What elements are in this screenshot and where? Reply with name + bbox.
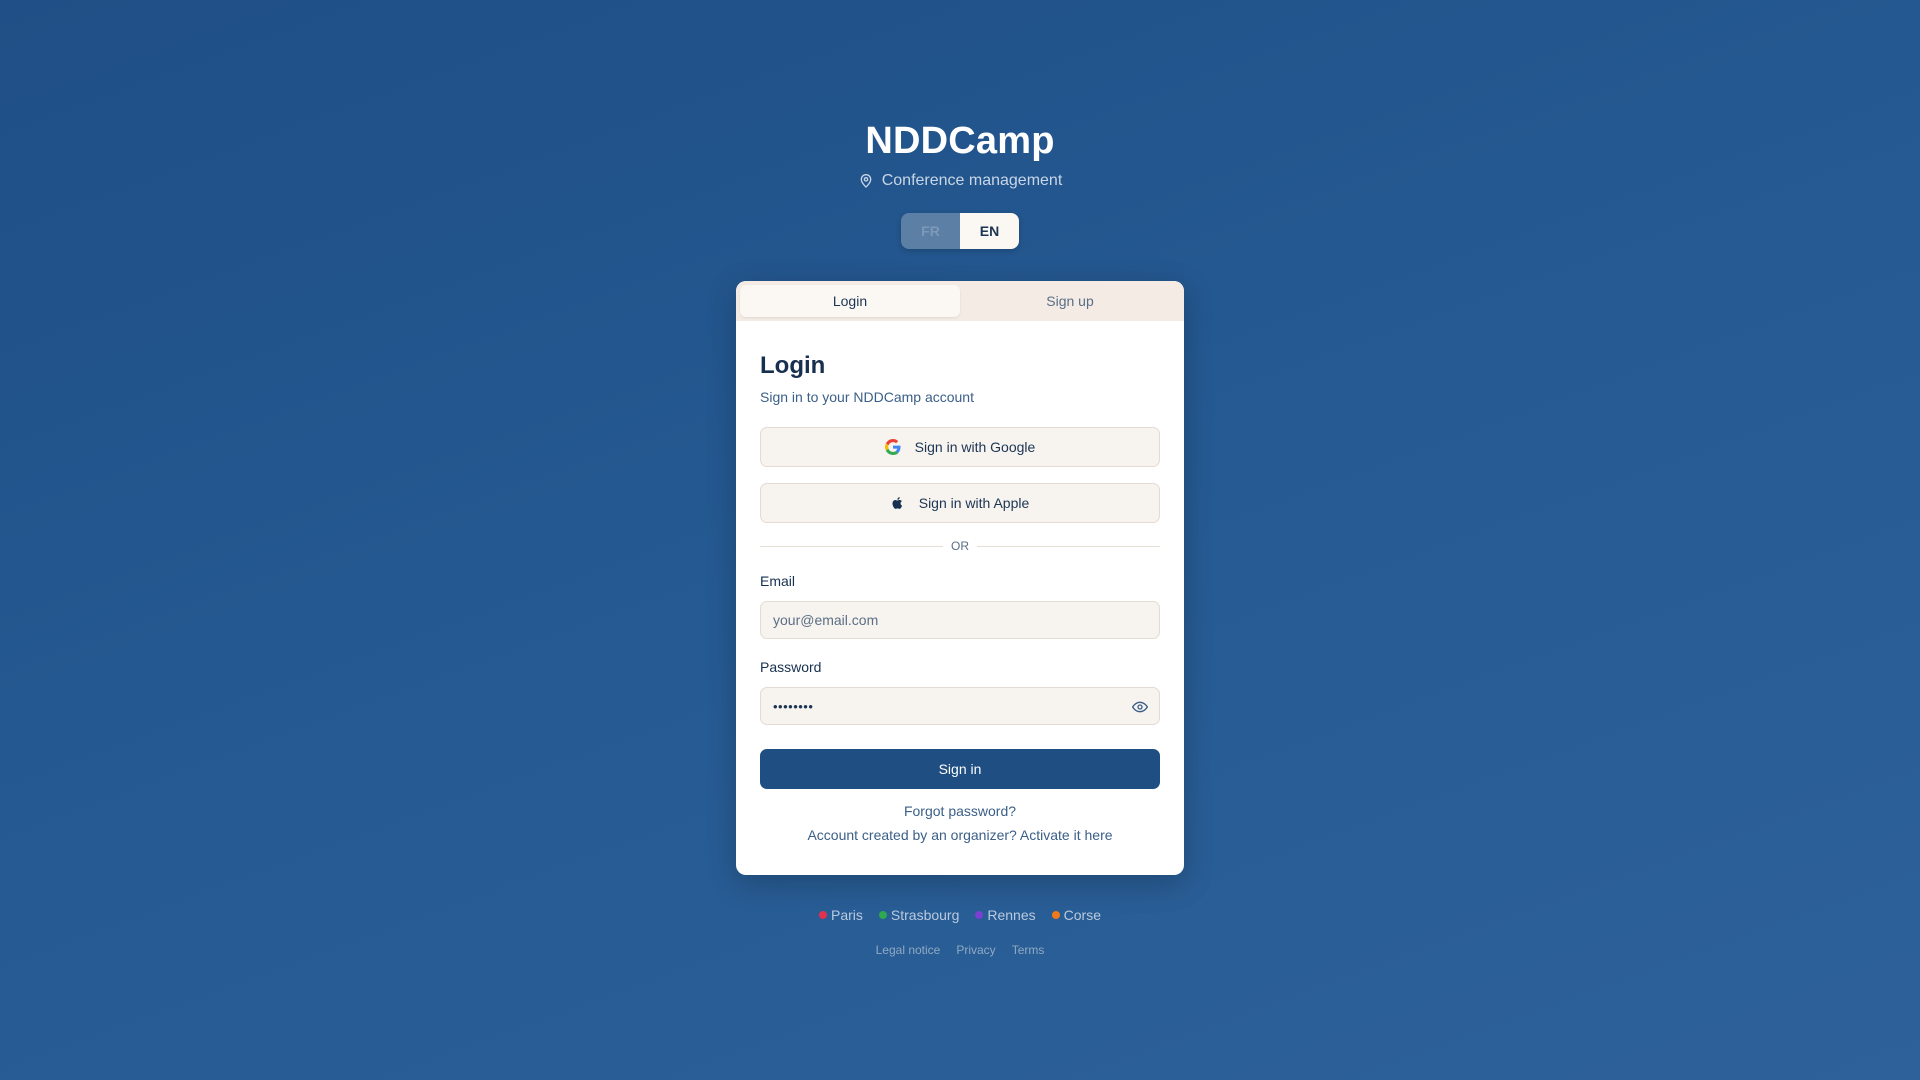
eye-icon[interactable]	[1132, 699, 1148, 715]
app-title: NDDCamp	[865, 120, 1055, 162]
region-item: Rennes	[975, 907, 1036, 923]
sign-in-button[interactable]: Sign in	[760, 749, 1160, 789]
subtitle-text: Conference management	[881, 172, 1063, 189]
language-toggle: FR EN	[901, 213, 1019, 249]
app-subtitle: Conference management	[0, 172, 1920, 190]
google-signin-button[interactable]: Sign in with Google	[760, 427, 1160, 467]
divider-line-right	[977, 545, 1160, 547]
region-name: Paris	[830, 907, 863, 923]
forgot-password-link[interactable]: Forgot password?	[760, 803, 1160, 819]
login-form: Login Sign in to your NDDCamp account Si…	[736, 321, 1184, 843]
google-signin-label: Sign in with Google	[914, 439, 1036, 455]
login-description: Sign in to your NDDCamp account	[760, 389, 974, 405]
region-dot	[1051, 911, 1060, 919]
divider-text: OR	[951, 539, 969, 553]
password-value: ••••••••	[773, 698, 814, 714]
privacy-link[interactable]: Privacy	[956, 943, 995, 957]
apple-signin-label: Sign in with Apple	[918, 495, 1030, 511]
or-divider: OR	[760, 539, 1160, 553]
email-label: Email	[760, 573, 796, 589]
map-pin-icon	[860, 174, 872, 188]
language-fr-button[interactable]: FR	[901, 213, 960, 249]
terms-link[interactable]: Terms	[1012, 943, 1045, 957]
language-en-button[interactable]: EN	[960, 213, 1019, 249]
region-dot	[975, 911, 984, 919]
email-field-wrapper	[760, 601, 1160, 639]
login-heading: Login	[760, 352, 826, 379]
email-field[interactable]	[773, 612, 1147, 628]
auth-card: Login Sign up Login Sign in to your NDDC…	[736, 281, 1184, 875]
tab-login[interactable]: Login	[740, 285, 960, 317]
auth-tabs: Login Sign up	[736, 281, 1184, 321]
password-field[interactable]: ••••••••	[760, 687, 1160, 725]
tab-signup[interactable]: Sign up	[960, 285, 1180, 317]
region-item: Strasbourg	[878, 907, 960, 923]
region-item: Paris	[818, 907, 863, 923]
region-dot	[878, 911, 887, 919]
region-dot	[818, 911, 827, 919]
apple-signin-button[interactable]: Sign in with Apple	[760, 483, 1160, 523]
footer-links: Legal notice Privacy Terms	[0, 943, 1920, 957]
header: NDDCamp Conference management	[0, 118, 1920, 190]
legal-notice-link[interactable]: Legal notice	[876, 943, 941, 957]
region-item: Corse	[1051, 907, 1101, 923]
region-name: Rennes	[987, 907, 1036, 923]
region-name: Corse	[1063, 907, 1101, 923]
password-label: Password	[760, 659, 822, 675]
activate-account-link[interactable]: Account created by an organizer? Activat…	[760, 827, 1160, 843]
regions-list: Paris Strasbourg Rennes Corse	[0, 907, 1920, 923]
region-name: Strasbourg	[890, 907, 960, 923]
apple-icon	[892, 497, 902, 509]
divider-line-left	[760, 545, 943, 547]
google-icon	[884, 439, 901, 455]
